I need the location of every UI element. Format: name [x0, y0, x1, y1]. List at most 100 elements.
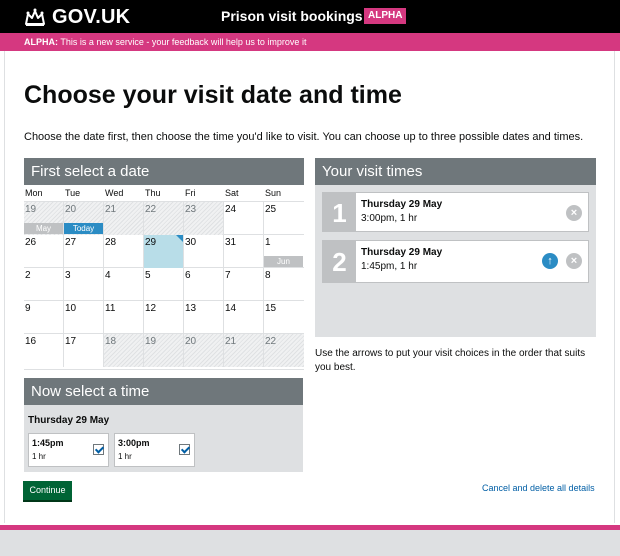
today-badge: Today [64, 223, 103, 234]
calendar-week: 9 10 11 12 13 14 15 [24, 300, 304, 334]
calendar-day: 19 [144, 334, 184, 367]
calendar-day-number: 24 [225, 204, 237, 215]
calendar-day[interactable]: 13 [184, 301, 224, 334]
time-slot-1[interactable]: 1:45pm 1 hr [28, 433, 109, 467]
footer [0, 530, 620, 556]
calendar-day: 18 [104, 334, 144, 367]
ordering-help-text: Use the arrows to put your visit choices… [315, 348, 586, 373]
calendar-day-number: 2 [25, 270, 31, 281]
calendar-day[interactable]: 12 [144, 301, 184, 334]
page-title: Choose your visit date and time [24, 81, 402, 109]
calendar-day[interactable]: 7 [224, 268, 264, 301]
calendar-day-number: 22 [265, 336, 277, 347]
calendar-week: 19 May 20 Today 21 22 23 24 25 [24, 201, 304, 235]
visit-times-panel: 1 Thursday 29 May 3:00pm, 1 hr × 2 Thurs… [315, 185, 596, 337]
remove-choice-icon[interactable]: × [566, 253, 582, 269]
calendar-day[interactable]: 8 [264, 268, 304, 301]
calendar-day-number: 3 [65, 270, 71, 281]
choice-time: 3:00pm, 1 hr [361, 213, 418, 224]
calendar-day-number: 30 [185, 237, 197, 248]
calendar-day[interactable]: 5 [144, 268, 184, 301]
time-select-panel: Thursday 29 May 1:45pm 1 hr 3:00pm 1 hr [24, 405, 303, 472]
calendar-day[interactable]: 4 [104, 268, 144, 301]
calendar-day-selected[interactable]: 29 [144, 235, 184, 268]
calendar-day: 19 May [24, 202, 64, 235]
calendar-week: 16 17 18 19 20 21 22 [24, 333, 304, 367]
calendar-day: 22 [144, 202, 184, 235]
continue-button[interactable]: Continue [23, 481, 72, 500]
calendar-day-number: 29 [145, 237, 157, 248]
calendar: Mon Tue Wed Thu Fri Sat Sun 19 May 20 Today 21 22 23… [24, 185, 304, 367]
phase-tag: ALPHA [364, 8, 407, 24]
calendar-day[interactable]: 6 [184, 268, 224, 301]
calendar-day[interactable]: 15 [264, 301, 304, 334]
calendar-day: 21 [104, 202, 144, 235]
calendar-day-number: 7 [225, 270, 231, 281]
choice-number: 2 [323, 241, 356, 282]
calendar-day-number: 4 [105, 270, 111, 281]
calendar-day-number: 25 [265, 204, 277, 215]
weekday-label: Mon [25, 188, 43, 198]
calendar-day-number: 10 [65, 303, 77, 314]
calendar-day-number: 13 [185, 303, 197, 314]
move-up-arrow-icon[interactable]: ↑ [542, 253, 558, 269]
calendar-day-number: 11 [105, 303, 116, 314]
calendar-day-number: 19 [145, 336, 157, 347]
left-rule [4, 51, 5, 523]
calendar-day[interactable]: 25 [264, 202, 304, 235]
weekday-label: Sun [265, 188, 282, 198]
calendar-day-number: 26 [25, 237, 37, 248]
visit-times-heading: Your visit times [315, 158, 596, 185]
calendar-weeks: 19 May 20 Today 21 22 23 24 25 26 27 28 29 30 31 1 Jun 2 3… [24, 201, 304, 367]
calendar-day-number: 21 [105, 204, 117, 215]
calendar-day[interactable]: 16 [24, 334, 64, 367]
time-slot-2[interactable]: 3:00pm 1 hr [114, 433, 195, 467]
time-select-heading: Now select a time [24, 378, 303, 405]
calendar-day[interactable]: 24 [224, 202, 264, 235]
calendar-day[interactable]: 3 [64, 268, 104, 301]
calendar-day[interactable]: 26 [24, 235, 64, 268]
phase-banner-label: ALPHA: [24, 37, 58, 47]
calendar-day[interactable]: 14 [224, 301, 264, 334]
calendar-day: 22 [264, 334, 304, 367]
phase-banner: ALPHA: This is a new service - your feed… [0, 33, 620, 51]
time-slot-checkbox[interactable] [179, 444, 190, 455]
calendar-day-number: 15 [265, 303, 277, 314]
weekday-label: Wed [105, 188, 124, 198]
calendar-day-number: 19 [25, 204, 37, 215]
calendar-day[interactable]: 10 [64, 301, 104, 334]
calendar-day[interactable]: 11 [104, 301, 144, 334]
calendar-day[interactable]: 31 [224, 235, 264, 268]
time-slot-checkbox[interactable] [93, 444, 104, 455]
calendar-day-number: 31 [225, 237, 237, 248]
calendar-day: 20 Today [64, 202, 104, 235]
calendar-day[interactable]: 27 [64, 235, 104, 268]
calendar-day[interactable]: 30 [184, 235, 224, 268]
remove-choice-icon[interactable]: × [566, 205, 582, 221]
calendar-week: 26 27 28 29 30 31 1 Jun [24, 234, 304, 268]
calendar-day-number: 20 [185, 336, 197, 347]
calendar-bottom-rule [24, 369, 304, 370]
calendar-day-number: 17 [65, 336, 77, 347]
choice-number: 1 [323, 193, 356, 231]
calendar-day-number: 1 [265, 237, 271, 248]
cancel-link[interactable]: Cancel and delete all details [482, 483, 595, 493]
calendar-day[interactable]: 1 Jun [264, 235, 304, 268]
brand-text: GOV.UK [52, 5, 131, 28]
calendar-day[interactable]: 17 [64, 334, 104, 367]
calendar-day: 23 [184, 202, 224, 235]
calendar-day-number: 6 [185, 270, 191, 281]
calendar-day[interactable]: 9 [24, 301, 64, 334]
calendar-day-number: 12 [145, 303, 157, 314]
govuk-logo-link[interactable]: GOV.UK [24, 6, 130, 28]
right-rule [614, 51, 615, 523]
calendar-day: 20 [184, 334, 224, 367]
weekday-label: Thu [145, 188, 161, 198]
service-name[interactable]: Prison visit bookings [221, 8, 363, 24]
calendar-day[interactable]: 2 [24, 268, 64, 301]
calendar-day-number: 21 [225, 336, 237, 347]
choice-time: 1:45pm, 1 hr [361, 261, 418, 272]
month-badge: May [24, 223, 63, 234]
visit-choice-1: 1 Thursday 29 May 3:00pm, 1 hr × [322, 192, 589, 232]
calendar-day[interactable]: 28 [104, 235, 144, 268]
